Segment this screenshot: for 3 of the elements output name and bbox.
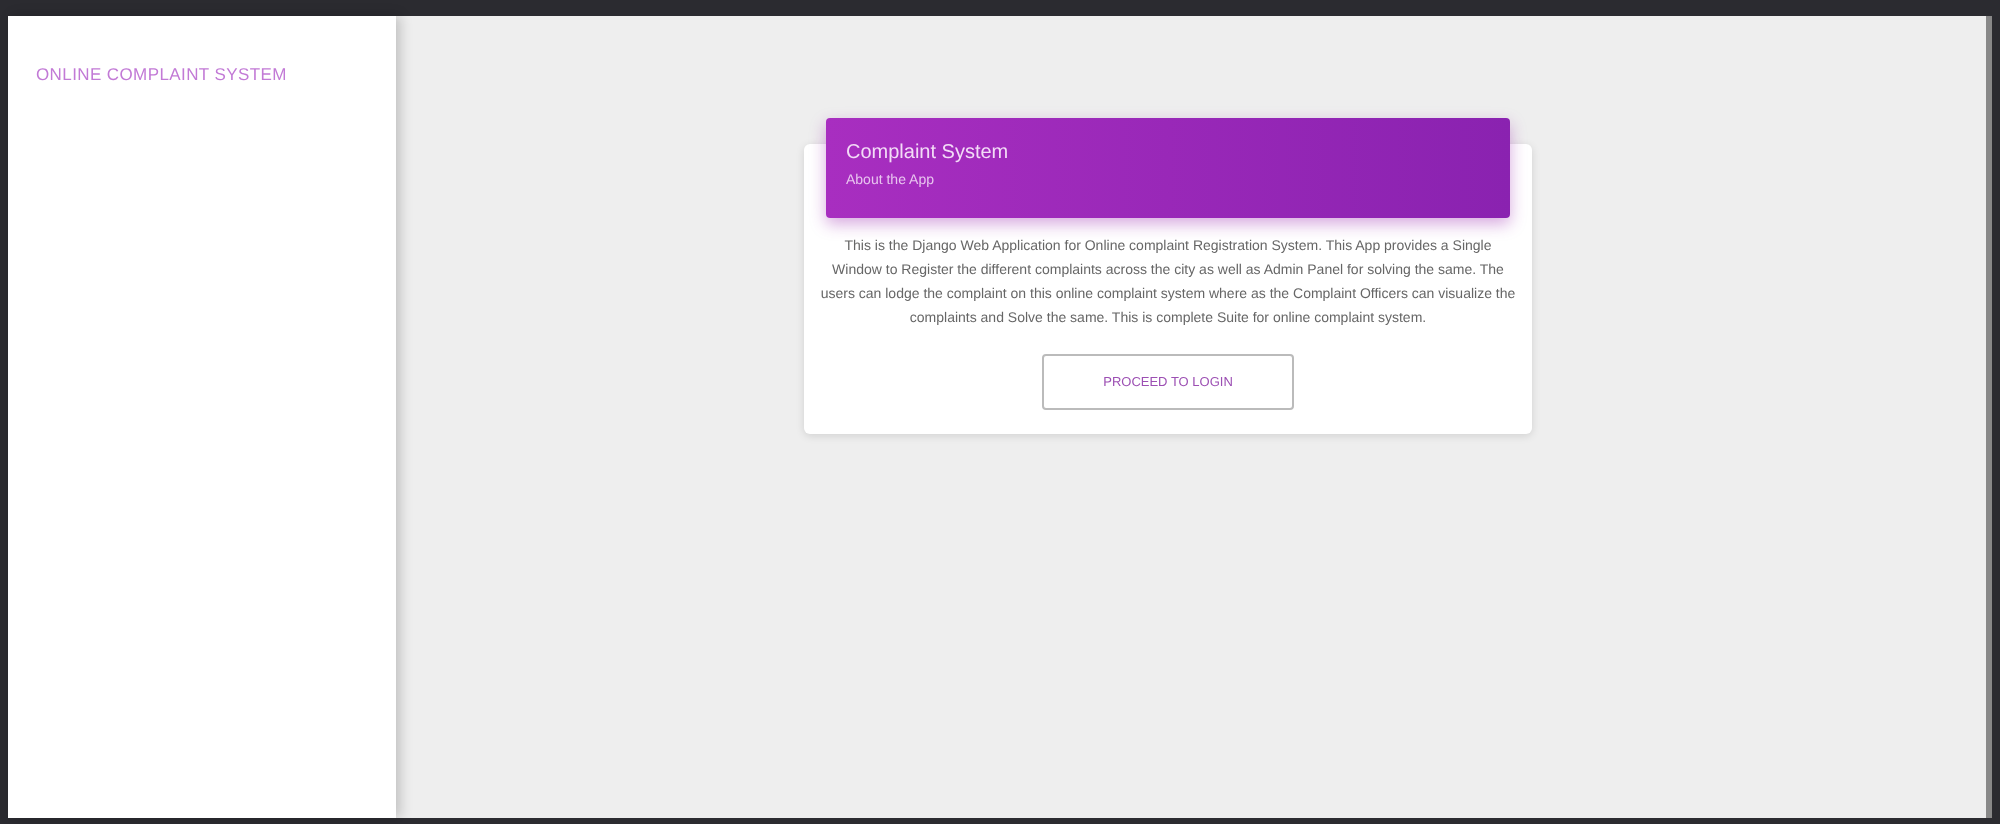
card-title: Complaint System [846,142,1011,164]
brand-title[interactable]: ONLINE COMPLAINT SYSTEM [36,64,396,84]
scrollbar[interactable] [1986,16,1992,818]
